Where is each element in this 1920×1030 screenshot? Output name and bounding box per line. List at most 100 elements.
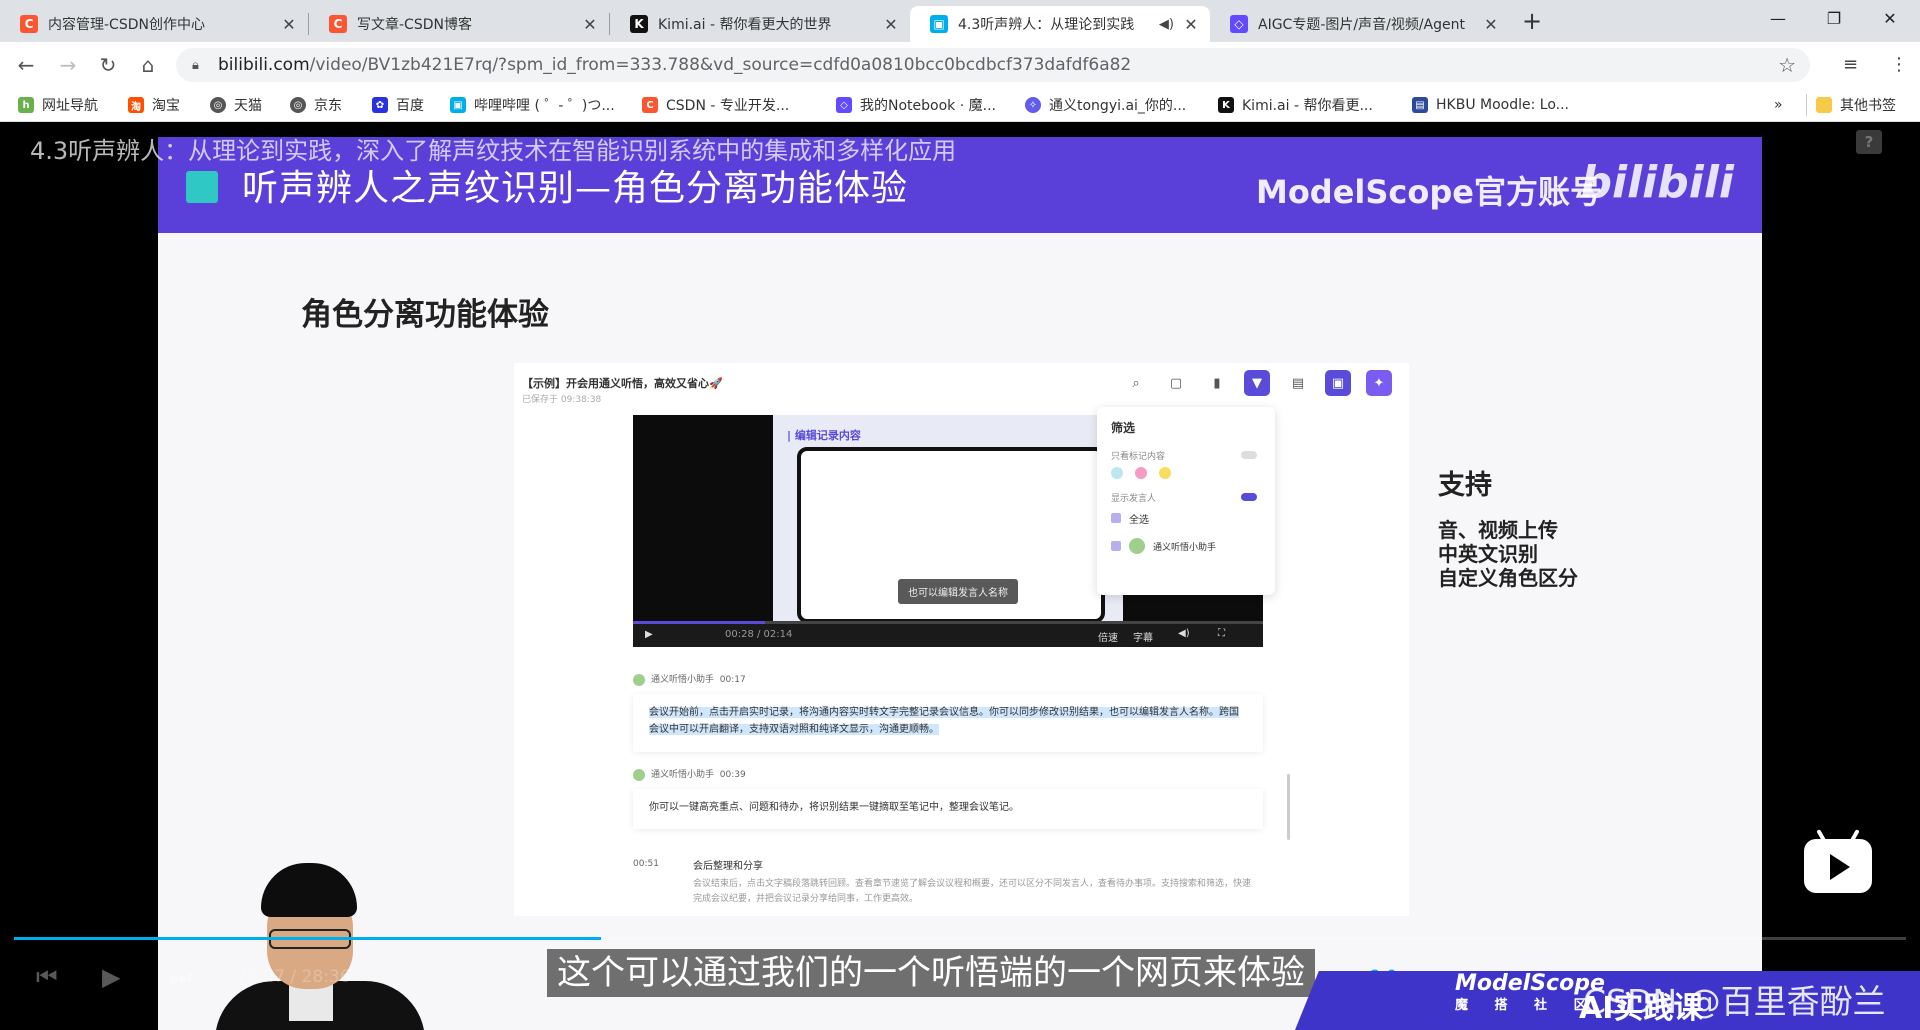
close-icon[interactable]: ✕: [1482, 15, 1500, 34]
baidu-icon: ✿: [372, 97, 388, 113]
browser-toolbar: ← → ↻ ⌂ 🔒︎ bilibili.com/video/BV1zb421E7…: [0, 42, 1920, 88]
kimi-icon: K: [630, 15, 648, 33]
bookmark-tmall[interactable]: ◎ 天猫: [210, 94, 262, 116]
csdn-icon: C: [20, 15, 38, 33]
previous-icon[interactable]: ⏮: [36, 963, 58, 991]
csdn-watermark: CSDN @百里香酚兰: [1583, 982, 1886, 1021]
color-dot: [1135, 467, 1147, 479]
speaker-icon[interactable]: ◀): [1159, 17, 1174, 32]
bookmark-bilibili[interactable]: ▣ 哔哩哔哩 ( ゜- ゜)つ...: [450, 94, 615, 116]
bookmark-label: 百度: [396, 98, 424, 114]
slide-banner-title: 听声辨人之声纹识别—角色分离功能体验: [242, 168, 909, 209]
notes-icon: ▤: [1291, 375, 1305, 391]
kimi-icon: K: [1218, 97, 1234, 113]
fullscreen-icon: ⛶: [1218, 628, 1225, 639]
mock-speed-label: 倍速: [1098, 633, 1118, 644]
minimize-button[interactable]: —: [1750, 0, 1806, 40]
mock-scrollbar: [1287, 774, 1290, 840]
new-tab-button[interactable]: +: [1518, 8, 1546, 36]
mock-video-time: 00:28 / 02:14: [725, 629, 793, 640]
side-line: 音、视频上传: [1438, 518, 1558, 542]
bookmark-star-icon[interactable]: ☆: [1778, 53, 1796, 77]
side-line: 中英文识别: [1438, 542, 1538, 566]
bookmark-jd[interactable]: ◎ 京东: [290, 94, 342, 116]
message-bubble: 会议开始前，点击开启实时记录，将沟通内容实时转文字完整记录会议信息。你可以同步修…: [633, 694, 1263, 752]
back-button[interactable]: ←: [12, 51, 40, 79]
message-text: 会议开始前，点击开启实时记录，将沟通内容实时转文字完整记录会议信息。你可以同步修…: [649, 707, 1239, 735]
bookmark-taobao[interactable]: 淘淘宝: [128, 94, 180, 116]
bookmarks-overflow-button[interactable]: »: [1774, 94, 1783, 116]
globe-icon: ◎: [290, 97, 306, 113]
help-icon[interactable]: ?: [1856, 130, 1882, 154]
bookmark-label: Kimi.ai - 帮你看更...: [1242, 98, 1373, 114]
toggle-only-marked: [1241, 451, 1257, 459]
bilibili-icon: ▣: [930, 15, 948, 33]
close-window-button[interactable]: ✕: [1862, 0, 1918, 40]
ai-icon: ✦: [1366, 370, 1392, 396]
message-bubble: 你可以一键高亮重点、问题和待办，将识别结果一键摘取至笔记中，整理会议笔记。: [633, 789, 1263, 829]
tab-title: 写文章-CSDN博客: [357, 17, 472, 33]
slide-banner-brand: ModelScope官方账号: [1255, 173, 1602, 211]
avatar: [1129, 538, 1145, 554]
video-player[interactable]: 听声辨人之声纹识别—角色分离功能体验 ModelScope官方账号 bilibi…: [0, 123, 1920, 1030]
url-host: bilibili.com: [218, 55, 310, 75]
hao-icon: h: [18, 97, 34, 113]
filter-only-marked: 只看标记内容: [1111, 452, 1166, 462]
side-line: 自定义角色区分: [1438, 566, 1578, 590]
tab-title: 内容管理-CSDN创作中心: [48, 17, 205, 33]
close-icon[interactable]: ✕: [581, 15, 599, 34]
reading-list-icon[interactable]: ≡: [1843, 54, 1858, 75]
total-time: 28:36: [301, 967, 351, 987]
forward-button[interactable]: →: [54, 51, 82, 79]
video-progress-bar[interactable]: [14, 937, 1906, 940]
home-button[interactable]: ⌂: [134, 51, 162, 79]
side-heading: 支持: [1438, 470, 1492, 501]
close-icon[interactable]: ✕: [1182, 15, 1200, 34]
color-dot: [1111, 467, 1123, 479]
close-icon[interactable]: ✕: [882, 15, 900, 34]
taobao-icon: 淘: [128, 97, 144, 113]
tab-kimi[interactable]: K Kimi.ai - 帮你看更大的世界 ✕: [610, 6, 910, 42]
bookmark-hao123[interactable]: h 网址导航: [18, 94, 98, 116]
modelscope-icon: ◇: [1230, 15, 1248, 33]
tab-bilibili-video[interactable]: ▣ 4.3听声辨人：从理论到实践 ◀) ✕: [910, 6, 1210, 42]
next-icon[interactable]: ⏭: [170, 963, 192, 991]
bookmark-baidu[interactable]: ✿ 百度: [372, 94, 424, 116]
banner-square: [186, 171, 218, 203]
modelscope-icon: ◇: [836, 97, 852, 113]
tab-csdn-content[interactable]: C 内容管理-CSDN创作中心 ✕: [0, 6, 308, 42]
menu-icon[interactable]: ⋮: [1890, 54, 1908, 75]
reload-button[interactable]: ↻: [94, 51, 122, 79]
address-bar[interactable]: 🔒︎ bilibili.com/video/BV1zb421E7rq/?spm_…: [176, 48, 1810, 82]
video-title-overlay: 4.3听声辨人：从理论到实践，深入了解声纹技术在智能识别系统中的集成和多样化应用: [30, 137, 957, 165]
play-button[interactable]: ▶: [102, 963, 120, 991]
bookmark-modelscope-notebook[interactable]: ◇ 我的Notebook · 魔...: [836, 94, 996, 116]
slide-heading: 角色分离功能体验: [301, 297, 549, 333]
bookmark-label: CSDN - 专业开发...: [666, 98, 790, 114]
bookmark-kimi[interactable]: K Kimi.ai - 帮你看更...: [1218, 94, 1373, 116]
bilibili-tv-icon[interactable]: [1804, 829, 1872, 893]
folder-icon: [1816, 97, 1832, 113]
csdn-icon: C: [642, 97, 658, 113]
tab-csdn-write[interactable]: C 写文章-CSDN博客 ✕: [309, 6, 609, 42]
globe-icon: ◎: [210, 97, 226, 113]
restore-button[interactable]: ❐: [1806, 0, 1862, 40]
filter-select-all: 全选: [1129, 515, 1149, 526]
bookmark-label: 天猫: [234, 98, 262, 114]
tab-title: Kimi.ai - 帮你看更大的世界: [658, 17, 832, 33]
checkbox-select-all: [1111, 513, 1121, 523]
play-icon: ▶: [645, 629, 653, 640]
message-speaker: 通义听悟小助手: [651, 675, 715, 685]
tongyi-icon: ✧: [1025, 97, 1041, 113]
chapter-text: 会议结束后，点击文字稿段落跳转回顾。查看章节速览了解会议议程和概要，还可以区分不…: [693, 879, 1252, 904]
bookmark-tongyi[interactable]: ✧ 通义tongyi.ai_你的...: [1025, 94, 1186, 116]
bookmarks-bar: h 网址导航 淘淘宝 ◎ 天猫 ◎ 京东 ✿ 百度 ▣ 哔哩哔哩 ( ゜- ゜)つ... …: [0, 88, 1920, 122]
other-bookmarks-folder[interactable]: 其他书签: [1816, 94, 1896, 116]
tab-modelscope-aigc[interactable]: ◇ AIGC专题-图片/声音/视频/Agent ✕: [1210, 6, 1510, 42]
filter-panel: 筛选 只看标记内容 显示发言人 全选 通义听悟小助手: [1097, 407, 1275, 595]
close-icon[interactable]: ✕: [280, 15, 298, 34]
bookmark-hkbu-moodle[interactable]: ▤ HKBU Moodle: Lo...: [1412, 94, 1569, 116]
bookmark-label: 其他书签: [1840, 98, 1896, 114]
filter-title: 筛选: [1111, 421, 1136, 435]
bookmark-csdn[interactable]: C CSDN - 专业开发...: [642, 94, 789, 116]
